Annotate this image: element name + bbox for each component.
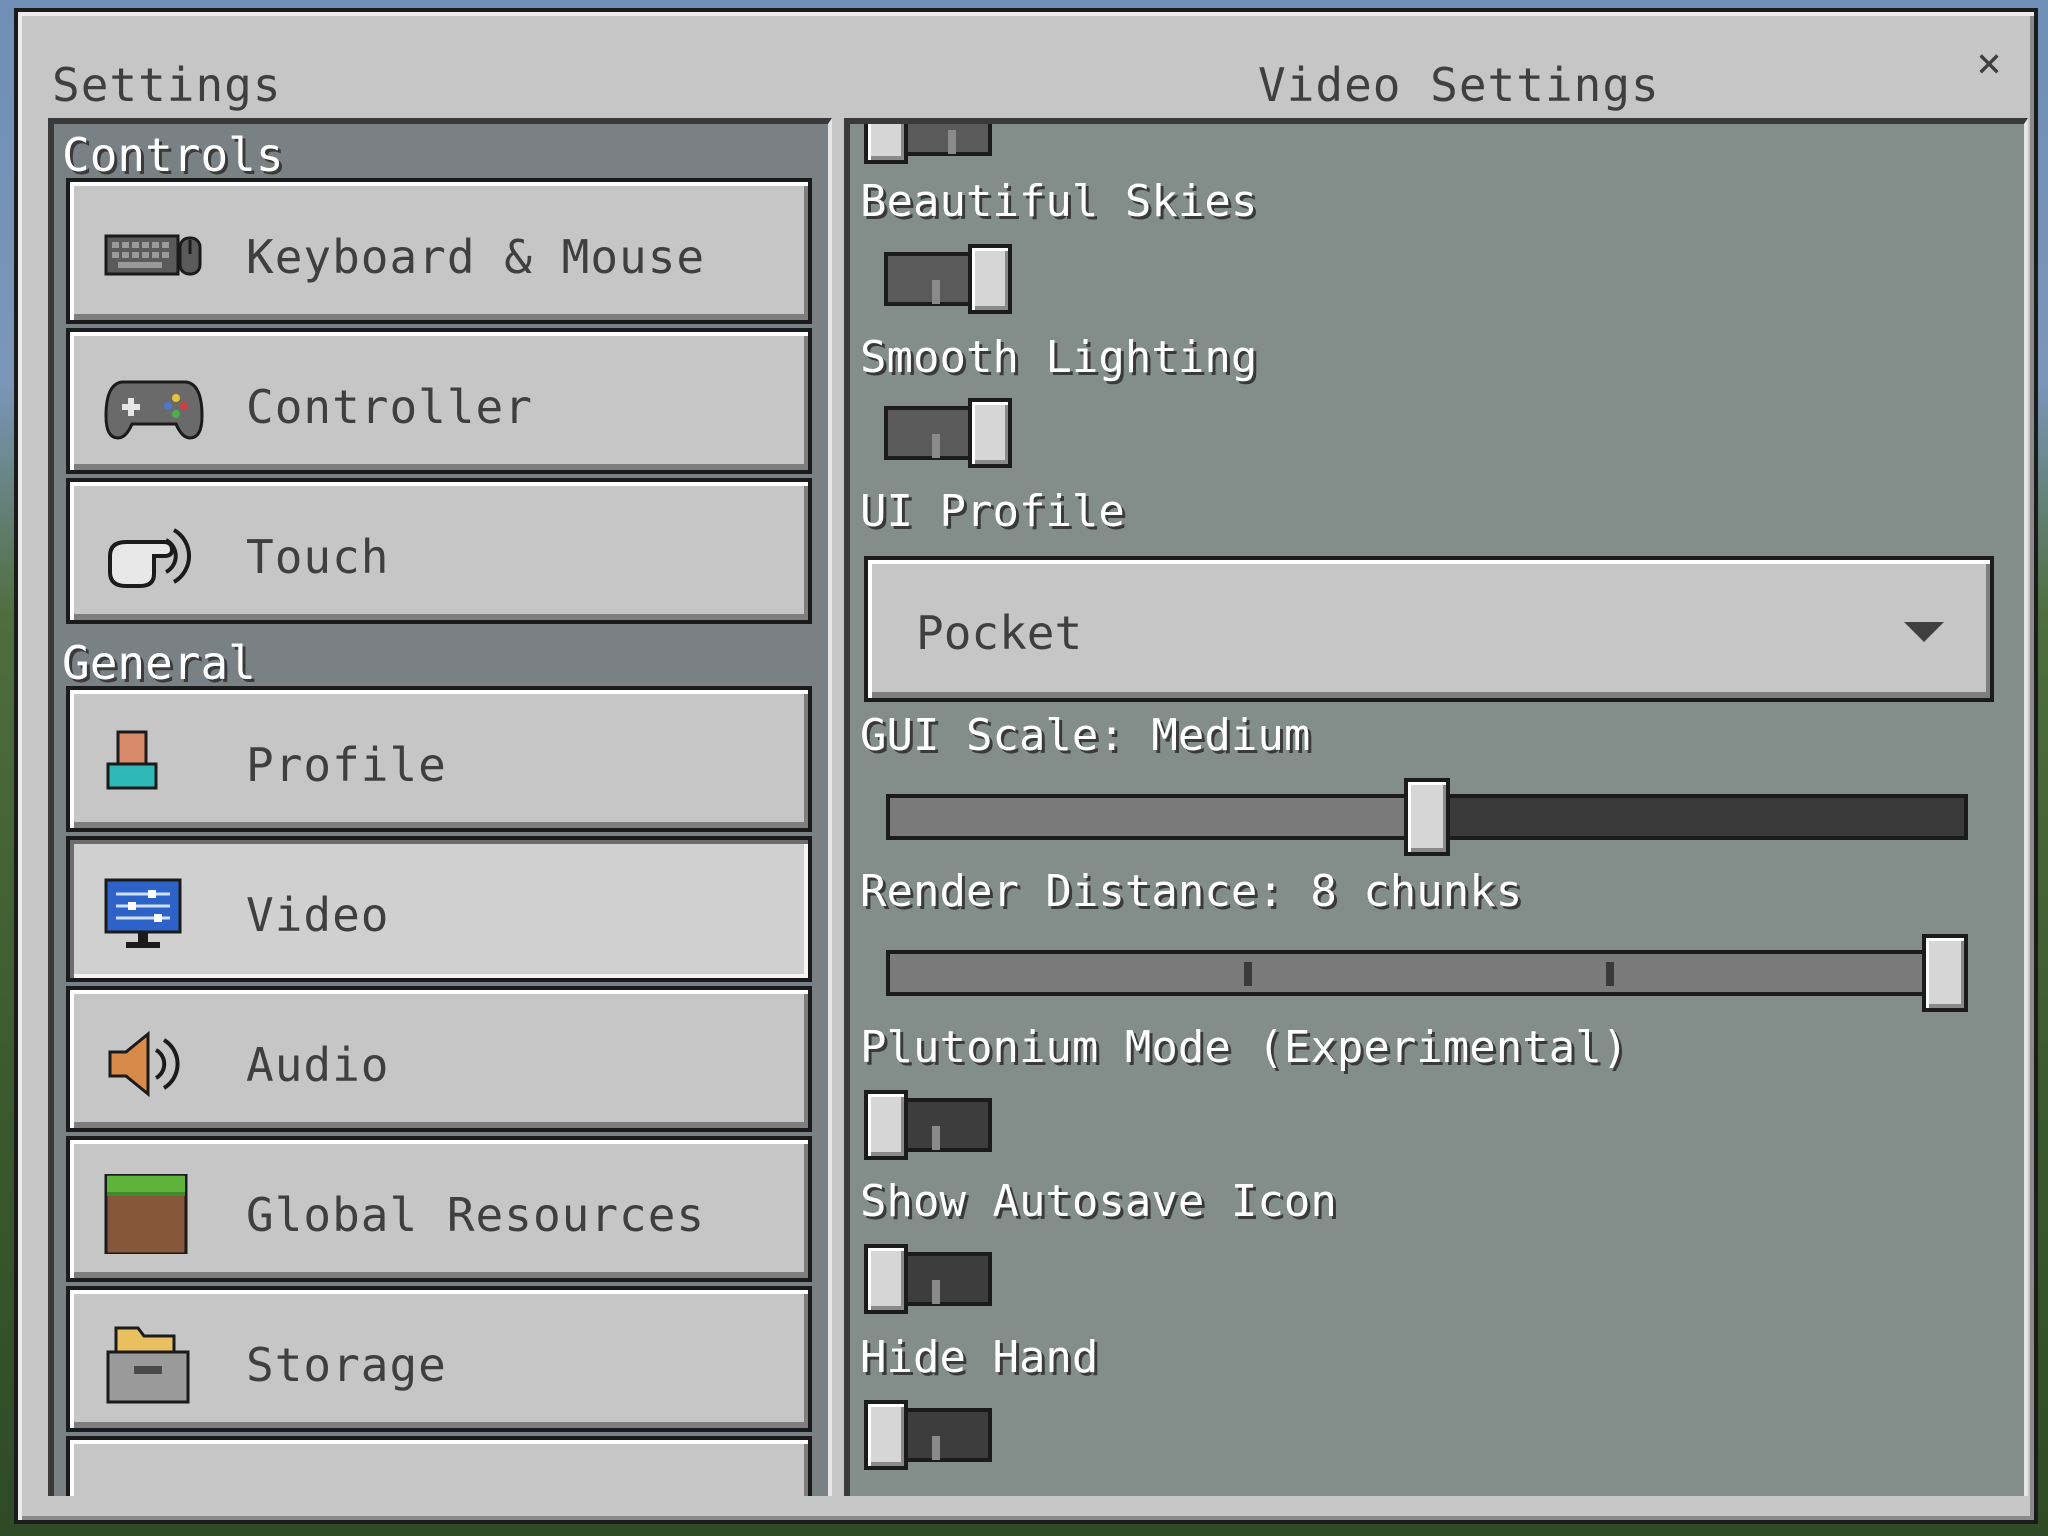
touch-icon bbox=[108, 528, 192, 588]
toggle-knob bbox=[968, 398, 1012, 468]
nav-item-label: Keyboard & Mouse bbox=[246, 230, 706, 284]
slider-thumb[interactable] bbox=[1404, 778, 1450, 856]
slider-tick bbox=[1244, 962, 1252, 986]
nav-item-controller[interactable]: Controller bbox=[66, 328, 812, 474]
nav-item-profile[interactable]: Profile bbox=[66, 686, 812, 832]
nav-item-audio[interactable]: Audio bbox=[66, 986, 812, 1132]
section-header-general: General bbox=[62, 636, 256, 690]
nav-item-keyboard-mouse[interactable]: Keyboard & Mouse bbox=[66, 178, 812, 324]
nav-item-storage[interactable]: Storage bbox=[66, 1286, 812, 1432]
toggle-knob bbox=[864, 124, 908, 164]
chevron-down-icon bbox=[1904, 622, 1944, 642]
toggle-knob bbox=[968, 244, 1012, 314]
grass-block-icon bbox=[104, 1174, 188, 1254]
ui-profile-label: UI Profile bbox=[860, 486, 1125, 537]
hide-hand-label: Hide Hand bbox=[860, 1332, 1099, 1383]
toggle-hidden-above[interactable] bbox=[864, 124, 992, 164]
nav-item-more[interactable] bbox=[66, 1436, 812, 1496]
section-header-controls: Controls bbox=[62, 128, 284, 182]
show-autosave-icon-label: Show Autosave Icon bbox=[860, 1176, 1337, 1227]
video-settings-title: Video Settings bbox=[1258, 58, 1660, 112]
settings-title: Settings bbox=[52, 58, 282, 112]
nav-item-video[interactable]: Video bbox=[66, 836, 812, 982]
nav-item-label: Audio bbox=[246, 1038, 390, 1092]
plutonium-mode-toggle[interactable] bbox=[864, 1090, 992, 1160]
slider-fill bbox=[890, 954, 1949, 992]
render-distance-slider[interactable] bbox=[886, 934, 1968, 1012]
profile-icon bbox=[106, 730, 158, 790]
slider-thumb[interactable] bbox=[1922, 934, 1968, 1012]
monitor-icon bbox=[104, 878, 182, 948]
close-icon: × bbox=[1976, 38, 2002, 87]
settings-nav[interactable]: Controls Keyboard & Mouse Controller Tou… bbox=[48, 118, 832, 1496]
gui-scale-slider[interactable] bbox=[886, 778, 1968, 856]
plutonium-mode-label: Plutonium Mode (Experimental) bbox=[860, 1022, 1629, 1073]
slider-rail bbox=[886, 950, 1968, 996]
toggle-knob bbox=[864, 1090, 908, 1160]
ui-profile-dropdown[interactable]: Pocket bbox=[864, 556, 1994, 702]
show-autosave-icon-toggle[interactable] bbox=[864, 1244, 992, 1314]
toggle-knob bbox=[864, 1400, 908, 1470]
toggle-knob bbox=[864, 1244, 908, 1314]
ui-profile-value: Pocket bbox=[916, 606, 1083, 660]
nav-item-touch[interactable]: Touch bbox=[66, 478, 812, 624]
beautiful-skies-toggle[interactable] bbox=[884, 244, 1012, 314]
nav-item-label: Touch bbox=[246, 530, 390, 584]
hide-hand-toggle[interactable] bbox=[864, 1400, 992, 1470]
nav-item-label: Global Resources bbox=[246, 1188, 706, 1242]
speaker-icon bbox=[108, 1030, 180, 1098]
render-distance-label: Render Distance: 8 chunks bbox=[860, 866, 1523, 917]
slider-tick bbox=[1606, 962, 1614, 986]
video-settings-list[interactable]: Beautiful Skies Smooth Lighting UI Profi… bbox=[844, 118, 2028, 1496]
storage-icon bbox=[106, 1326, 190, 1404]
nav-item-label: Controller bbox=[246, 380, 533, 434]
smooth-lighting-label: Smooth Lighting bbox=[860, 332, 1258, 383]
gui-scale-label: GUI Scale: Medium bbox=[860, 710, 1311, 761]
close-button[interactable]: × bbox=[1966, 40, 2012, 86]
nav-item-label: Video bbox=[246, 888, 390, 942]
settings-window: Settings Video Settings × Controls Keybo… bbox=[14, 8, 2038, 1524]
beautiful-skies-label: Beautiful Skies bbox=[860, 176, 1258, 227]
smooth-lighting-toggle[interactable] bbox=[884, 398, 1012, 468]
slider-fill bbox=[890, 798, 1431, 836]
nav-item-label: Profile bbox=[246, 738, 447, 792]
keyboard-mouse-icon bbox=[104, 234, 202, 276]
nav-item-label: Storage bbox=[246, 1338, 447, 1392]
nav-item-global-resources[interactable]: Global Resources bbox=[66, 1136, 812, 1282]
gamepad-icon bbox=[104, 380, 204, 440]
